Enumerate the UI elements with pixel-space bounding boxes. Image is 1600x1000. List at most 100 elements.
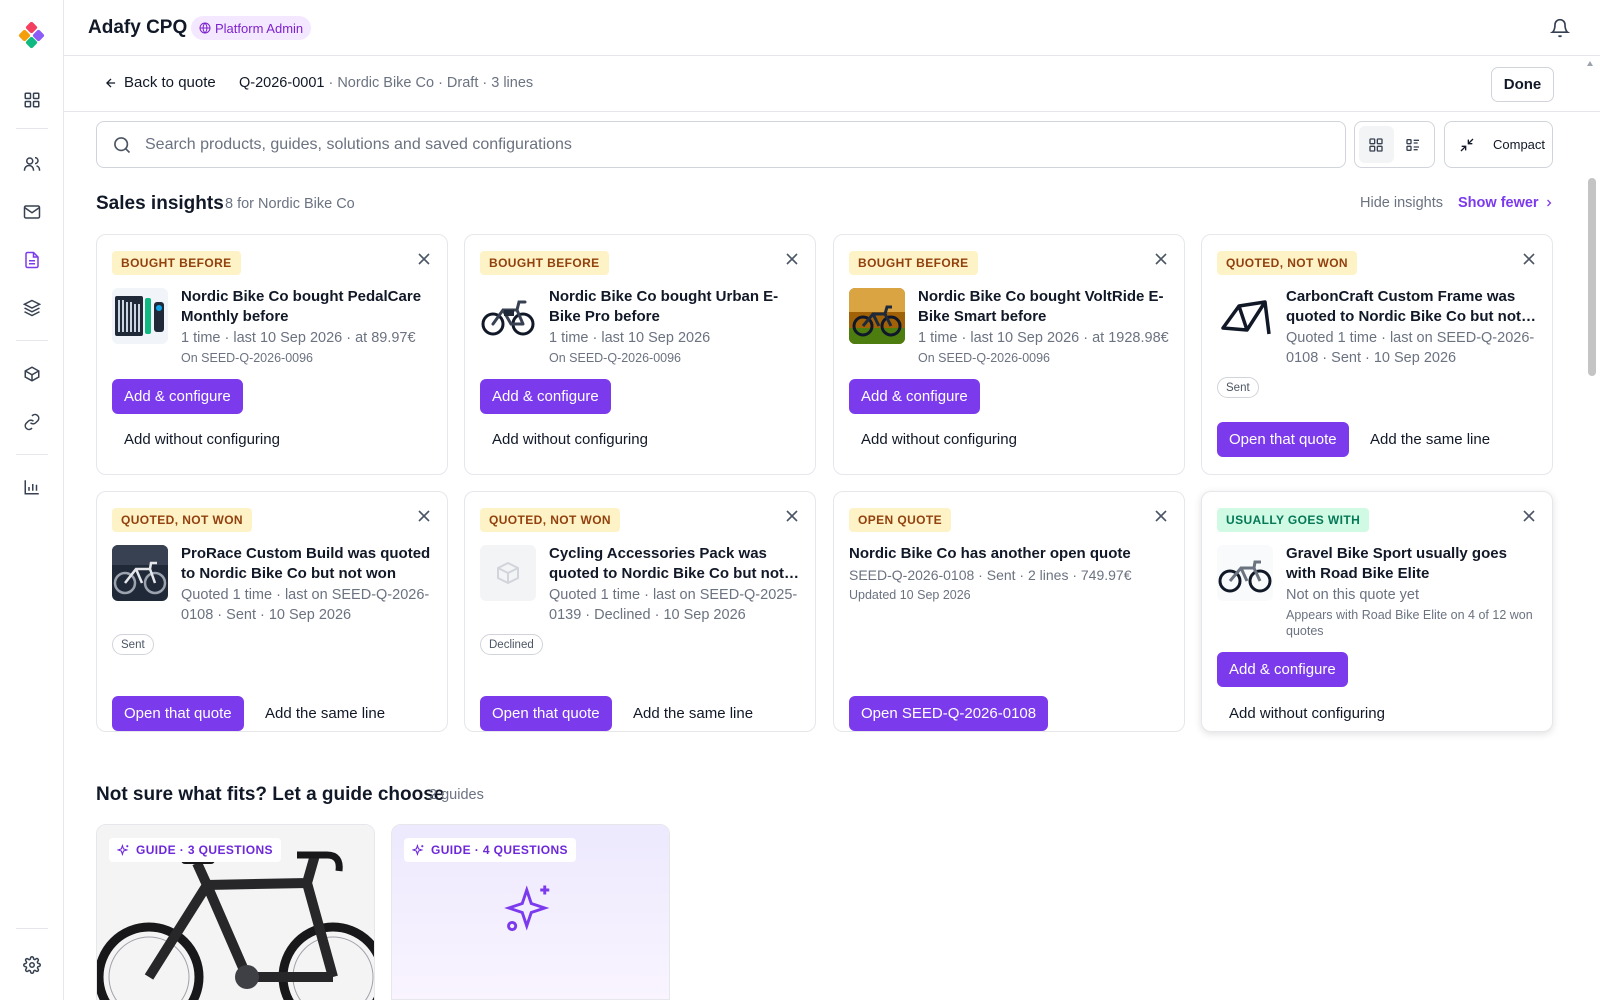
insight-tag: QUOTED, NOT WON — [1217, 251, 1357, 275]
side-nav — [0, 0, 64, 1000]
add-without-configuring-button[interactable]: Add without configuring — [112, 422, 292, 457]
guide-tag-label: GUIDE · 3 QUESTIONS — [136, 843, 273, 857]
insight-card: QUOTED, NOT WON Cycling Accessories Pack… — [464, 491, 816, 732]
open-quote-button[interactable]: Open that quote — [1217, 422, 1349, 457]
search-input[interactable] — [145, 130, 1325, 160]
show-fewer-link[interactable]: Show fewer — [1458, 195, 1555, 211]
guides-title: Not sure what fits? Let a guide choose — [96, 784, 445, 805]
guide-tag: GUIDE · 4 QUESTIONS — [404, 838, 576, 862]
add-same-line-button[interactable]: Add the same line — [621, 696, 765, 731]
add-without-configuring-button[interactable]: Add without configuring — [1217, 696, 1397, 731]
chevron-right-icon — [1546, 199, 1551, 207]
globe-icon — [199, 22, 211, 34]
add-without-configuring-button[interactable]: Add without configuring — [849, 422, 1029, 457]
insight-card: QUOTED, NOT WON ProRace Custom Build was… — [96, 491, 448, 732]
mail-icon[interactable] — [20, 200, 44, 224]
insight-card: BOUGHT BEFORE Nordic Bike Co bought Peda… — [96, 234, 448, 475]
scrollbar-thumb[interactable] — [1588, 178, 1596, 376]
back-to-quote-button[interactable]: Back to quote — [104, 74, 216, 91]
e-bike-image — [480, 288, 536, 344]
arrow-left-icon — [106, 77, 116, 88]
add-configure-button[interactable]: Add & configure — [1217, 652, 1348, 687]
open-other-quote-button[interactable]: Open SEED-Q-2026-0108 — [849, 696, 1049, 731]
insight-source: Appears with Road Bike Elite on 4 of 12 … — [1286, 608, 1533, 638]
insight-title: Nordic Bike Co bought PedalCare Monthly … — [181, 288, 422, 325]
insight-card: BOUGHT BEFORE Nordic Bike Co bought Urba… — [464, 234, 816, 475]
add-configure-button[interactable]: Add & configure — [480, 379, 611, 414]
status-badge: Sent — [1217, 377, 1259, 398]
status-badge: Sent — [112, 634, 154, 655]
chart-icon[interactable] — [20, 475, 44, 499]
mountain-bike-image — [849, 288, 905, 344]
guide-card[interactable]: GUIDE · 4 QUESTIONS — [391, 824, 670, 1000]
close-icon[interactable] — [1154, 509, 1168, 523]
hide-insights-link[interactable]: Hide insights — [1360, 195, 1443, 211]
box-placeholder-icon — [480, 545, 536, 601]
list-icon — [1406, 138, 1419, 151]
insight-body: Cycling Accessories Pack was quoted to N… — [549, 544, 801, 625]
insight-card: USUALLY GOES WITH Gravel Bike Sport usua… — [1201, 491, 1553, 732]
view-toggle — [1354, 121, 1435, 168]
insight-card: QUOTED, NOT WON CarbonCraft Custom Frame… — [1201, 234, 1553, 475]
guide-card[interactable]: GUIDE · 3 QUESTIONS — [96, 824, 375, 1000]
document-icon[interactable] — [20, 248, 44, 272]
grid-view-button[interactable] — [1359, 126, 1394, 163]
insight-tag: BOUGHT BEFORE — [849, 251, 978, 275]
scroll-up-arrow[interactable] — [1586, 60, 1594, 68]
close-icon[interactable] — [785, 252, 799, 266]
road-bike-image — [112, 545, 168, 601]
insight-title: Nordic Bike Co bought VoltRide E-Bike Sm… — [918, 288, 1164, 325]
close-icon[interactable] — [1522, 252, 1536, 266]
insight-body: Nordic Bike Co bought Urban E-Bike Pro b… — [549, 287, 801, 366]
add-configure-button[interactable]: Add & configure — [849, 379, 980, 414]
insight-tag: USUALLY GOES WITH — [1217, 508, 1370, 532]
bell-icon[interactable] — [1550, 18, 1570, 38]
grid-icon — [1369, 137, 1383, 152]
insight-detail: Quoted 1 time · last on SEED-Q-2025-0139… — [549, 587, 798, 623]
insight-tag: BOUGHT BEFORE — [480, 251, 609, 275]
insight-detail: Quoted 1 time · last on SEED-Q-2026-0108… — [1286, 330, 1535, 366]
close-icon[interactable] — [1522, 509, 1536, 523]
sparkle-icon — [412, 843, 424, 856]
open-quote-button[interactable]: Open that quote — [480, 696, 612, 731]
back-label: Back to quote — [124, 74, 216, 91]
role-badge-label: Platform Admin — [215, 20, 304, 36]
insight-title: Gravel Bike Sport usually goes with Road… — [1286, 545, 1507, 582]
search-box — [96, 121, 1346, 168]
layers-icon[interactable] — [20, 296, 44, 320]
dashboard-icon[interactable] — [20, 88, 44, 112]
link-icon[interactable] — [20, 410, 44, 434]
insight-source: On SEED-Q-2026-0096 — [549, 351, 682, 365]
insight-updated: Updated 10 Sep 2026 — [849, 588, 971, 602]
insight-detail: 1 time · last 10 Sep 2026 — [549, 330, 711, 346]
package-icon[interactable] — [20, 362, 44, 386]
insight-title: Nordic Bike Co bought Urban E-Bike Pro b… — [549, 288, 779, 325]
close-icon[interactable] — [1154, 252, 1168, 266]
list-view-button[interactable] — [1396, 126, 1431, 163]
add-same-line-button[interactable]: Add the same line — [253, 696, 397, 731]
logo[interactable] — [18, 22, 46, 50]
settings-icon[interactable] — [20, 953, 44, 977]
close-icon[interactable] — [417, 509, 431, 523]
frame-image — [1217, 288, 1273, 344]
insight-tag: OPEN QUOTE — [849, 508, 952, 532]
close-icon[interactable] — [417, 252, 431, 266]
add-configure-button[interactable]: Add & configure — [112, 379, 243, 414]
compact-button[interactable]: Compact — [1444, 121, 1553, 168]
close-icon[interactable] — [785, 509, 799, 523]
insight-title: Nordic Bike Co has another open quote — [849, 545, 1131, 562]
top-bar: Adafy CPQ Platform Admin — [64, 0, 1600, 56]
done-button[interactable]: Done — [1491, 67, 1554, 102]
quote-meta: · Nordic Bike Co · Draft · 3 lines — [324, 75, 534, 91]
users-icon[interactable] — [20, 152, 44, 176]
insight-detail: 1 time · last 10 Sep 2026 · at 89.97€ — [181, 330, 416, 346]
status-badge: Declined — [480, 634, 543, 655]
insight-body: Nordic Bike Co has another open quote SE… — [849, 544, 1170, 603]
guide-tag: GUIDE · 3 QUESTIONS — [109, 838, 281, 862]
insights-title: Sales insights — [96, 193, 224, 214]
open-quote-button[interactable]: Open that quote — [112, 696, 244, 731]
quote-context-bar: Back to quote Q-2026-0001 · Nordic Bike … — [64, 56, 1600, 112]
minimize-icon — [1460, 138, 1474, 151]
add-same-line-button[interactable]: Add the same line — [1358, 422, 1502, 457]
add-without-configuring-button[interactable]: Add without configuring — [480, 422, 660, 457]
